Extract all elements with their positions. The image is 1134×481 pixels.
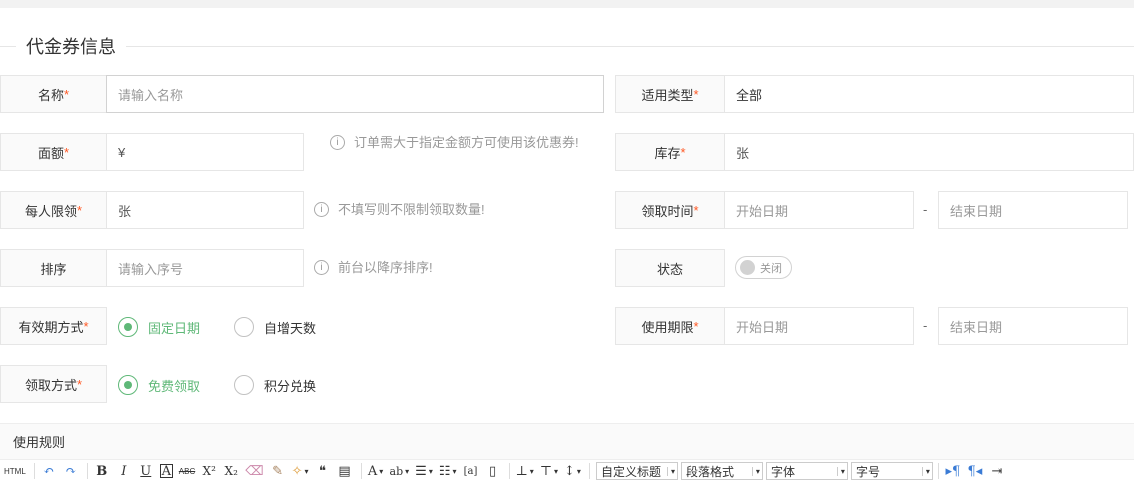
eraser-icon[interactable]: ⌫ (245, 462, 263, 480)
use-period-end-input[interactable]: 结束日期 (938, 307, 1128, 345)
font-color-button[interactable]: A (368, 462, 384, 480)
name-label: 名称 * (0, 75, 107, 113)
bold-button[interactable]: B (94, 462, 110, 480)
claim-points-radio[interactable]: 积分兑换 (234, 375, 316, 395)
unordered-list-icon[interactable]: ☷ (439, 462, 457, 480)
editor-toolbar: HTML ↶ ↷ B I U A ABC X² X₂ ⌫ ✎ ✧ ❝ ▤ A a… (0, 461, 1134, 481)
claim-method-label: 领取方式 * (0, 365, 107, 403)
name-input[interactable]: 请输入名称 (106, 75, 604, 113)
ordered-list-icon[interactable]: ☰ (415, 462, 433, 480)
select-all-icon[interactable]: [a] (463, 462, 479, 480)
line-height-icon[interactable]: ↕ (564, 462, 581, 480)
claim-time-label: 领取时间 * (615, 191, 725, 229)
per-person-limit-tip: i 不填写则不限制领取数量! (314, 200, 485, 219)
format-brush-icon[interactable]: ✎ (270, 462, 286, 480)
status-label: 状态 (615, 249, 725, 287)
row-spacing-top-icon[interactable]: ⊥ (516, 462, 534, 480)
rules-header: 使用规则 (0, 423, 1134, 460)
switch-text: 关闭 (760, 262, 782, 275)
paste-plain-icon[interactable]: ▤ (337, 462, 353, 480)
claim-free-radio[interactable]: 免费领取 (118, 375, 200, 395)
face-value-input[interactable]: ¥ (107, 133, 304, 171)
stock-input[interactable]: 张 (725, 133, 1134, 171)
custom-heading-select[interactable]: 自定义标题 ▾ (595, 462, 678, 480)
strikethrough-button[interactable]: ABC (179, 462, 195, 480)
redo-icon[interactable]: ↷ (63, 462, 79, 480)
use-period-label: 使用期限 * (615, 307, 725, 345)
use-period-start-input[interactable]: 开始日期 (725, 307, 914, 345)
applicable-type-select[interactable]: 全部 (725, 75, 1134, 113)
info-icon: i (314, 260, 329, 275)
font-border-button[interactable]: A (159, 464, 173, 479)
sort-input[interactable]: 请输入序号 (107, 249, 304, 287)
stock-label: 库存 * (615, 133, 725, 171)
applicable-type-label: 适用类型 * (615, 75, 725, 113)
validity-fixed-date-radio[interactable]: 固定日期 (118, 317, 200, 337)
claim-time-separator: - (923, 202, 928, 217)
sort-label: 排序 (0, 249, 107, 287)
rules-label: 使用规则 (13, 435, 66, 450)
face-value-tip: i 订单需大于指定金额方可使用该优惠券! (330, 133, 590, 152)
indent-icon[interactable]: ⇥ (989, 462, 1005, 480)
claim-time-start-input[interactable]: 开始日期 (725, 191, 914, 229)
switch-knob (740, 260, 755, 275)
ltr-direction-icon[interactable]: ▸¶ (945, 462, 961, 480)
per-person-limit-input[interactable]: 张 (107, 191, 304, 229)
info-icon: i (330, 135, 345, 150)
section-divider (0, 46, 1134, 47)
font-family-select[interactable]: 字体 ▾ (765, 462, 848, 480)
use-period-separator: - (923, 318, 928, 333)
top-bar (0, 0, 1134, 8)
underline-button[interactable]: U (138, 462, 154, 480)
paragraph-format-select[interactable]: 段落格式 ▾ (680, 462, 763, 480)
status-switch[interactable]: 关闭 (735, 256, 792, 279)
auto-format-icon[interactable]: ✧ (292, 462, 309, 480)
html-source-button[interactable]: HTML (4, 462, 26, 480)
clear-doc-icon[interactable]: ▯ (485, 462, 501, 480)
superscript-button[interactable]: X² (201, 462, 217, 480)
highlight-color-button[interactable]: ab (390, 462, 410, 480)
sort-tip: i 前台以降序排序! (314, 258, 433, 277)
section-title: 代金券信息 (16, 33, 126, 59)
face-value-label: 面额 * (0, 133, 107, 171)
italic-button[interactable]: I (116, 462, 132, 480)
font-size-select[interactable]: 字号 ▾ (850, 462, 933, 480)
validity-increment-days-radio[interactable]: 自增天数 (234, 317, 316, 337)
undo-icon[interactable]: ↶ (41, 462, 57, 480)
info-icon: i (314, 202, 329, 217)
subscript-button[interactable]: X₂ (223, 462, 239, 480)
validity-mode-label: 有效期方式 * (0, 307, 107, 345)
quote-button[interactable]: ❝ (315, 462, 331, 480)
claim-time-end-input[interactable]: 结束日期 (938, 191, 1128, 229)
row-spacing-bottom-icon[interactable]: ⊤ (540, 462, 558, 480)
rtl-direction-icon[interactable]: ¶◂ (967, 462, 983, 480)
per-person-limit-label: 每人限领 * (0, 191, 107, 229)
